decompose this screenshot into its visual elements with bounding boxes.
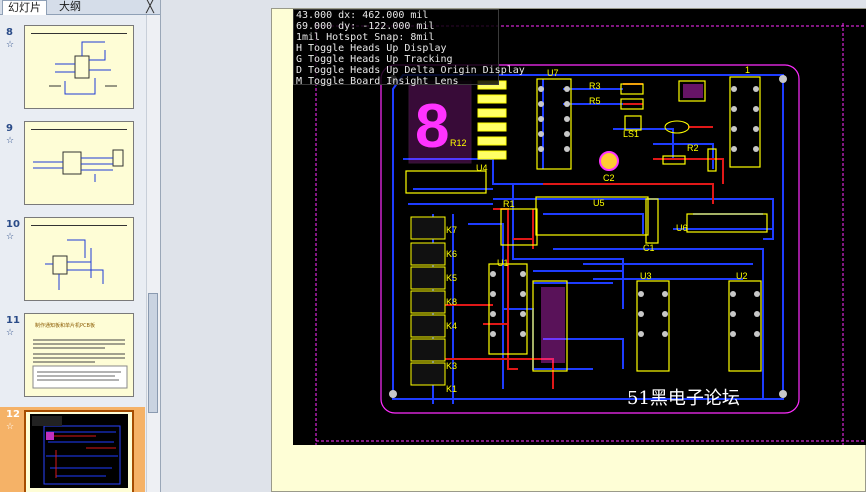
pcb-label-u5: U5 [593,198,605,208]
animation-star-icon: ☆ [6,136,15,146]
animation-star-icon: ☆ [6,40,15,50]
slide-editing-area: 8 U7 1 U4 U5 U6 U1 U3 U2 R1 R2 R3 R5 R12… [161,0,866,492]
pcb-label-u1: U1 [497,258,509,268]
animation-star-icon: ☆ [6,422,15,432]
slide-preview [24,410,134,492]
hud-toggle-tracking: G Toggle Heads Up Tracking [296,54,453,65]
pcb-label-r3: R3 [589,81,601,91]
slide-number: 11 [6,315,20,326]
thumb-title-line [31,221,127,226]
current-slide[interactable]: 8 U7 1 U4 U5 U6 U1 U3 U2 R1 R2 R3 R5 R12… [271,8,866,492]
watermark-text: 51黑电子论坛 [627,388,740,409]
slide-thumbnail-9[interactable]: 9 ☆ [0,121,145,217]
pcb-label-j1: 1 [745,65,750,75]
schematic-preview [45,239,104,290]
pcb-label-k8: K8 [446,297,457,307]
tab-slides[interactable]: 幻灯片 [2,0,47,15]
pcb-label-u3: U3 [640,271,652,281]
slide-number: 9 [6,123,13,134]
slides-pane: 幻灯片 大纲 ╳ 8 ☆ 9 ☆ 10 ☆ 11 ☆ 制作通知板和单片机PCB板… [0,0,161,492]
pcb-label-r12: R12 [450,138,467,148]
slide-number: 8 [6,27,13,38]
hud-toggle-display: H Toggle Heads Up Display [296,43,447,54]
pcb-label-k6: K6 [446,249,457,259]
hud-toggle-lens: M Toggle Board Insight Lens [296,76,459,87]
pcb-label-k4: K4 [446,321,457,331]
thumb-title-line [31,125,127,130]
pcb-label-u7: U7 [547,68,559,78]
heads-up-display: 43.000 dx: 462.000 mil 69.000 dy: -122.0… [293,9,525,87]
pcb-label-ls1: LS1 [623,129,639,139]
pcb-label-c2: C2 [603,173,615,183]
thumb-title-text: 制作通知板和单片机PCB板 [35,323,95,329]
pcb-label-r5: R5 [589,96,601,106]
svg-text:8: 8 [415,92,449,161]
slide-preview [24,121,134,205]
close-pane-icon[interactable]: ╳ [146,0,154,14]
pcb-label-k3: K3 [446,361,457,371]
hud-toggle-delta: D Toggle Heads Up Delta Origin Display [296,65,525,76]
hud-x-coord: 43.000 dx: 462.000 mil [296,10,429,21]
scrollbar-thumb[interactable] [148,293,158,413]
thumb-title-line [31,29,127,34]
slide-thumbnail-list: 8 ☆ 9 ☆ 10 ☆ 11 ☆ 制作通知板和单片机PCB板 12 ☆ [0,15,145,492]
pcb-screenshot: 8 U7 1 U4 U5 U6 U1 U3 U2 R1 R2 R3 R5 R12… [293,9,866,445]
pcb-label-r1: R1 [503,199,515,209]
pcb-label-k5: K5 [446,273,457,283]
schematic-preview [49,41,117,95]
slide-number: 10 [6,219,20,230]
slide-preview [24,25,134,109]
slide-number: 12 [6,409,20,420]
animation-star-icon: ☆ [6,232,15,242]
slide-thumbnail-12[interactable]: 12 ☆ [0,407,145,492]
pcb-label-u4: U4 [476,163,488,173]
tab-outline[interactable]: 大纲 [54,0,86,14]
slide-preview [24,217,134,301]
animation-star-icon: ☆ [6,328,15,338]
pcb-label-k1: K1 [446,384,457,394]
pcb-label-c1: C1 [643,243,655,253]
slide-preview: 制作通知板和单片机PCB板 [24,313,134,397]
pcb-label-k7: K7 [446,225,457,235]
pane-tabbar: 幻灯片 大纲 ╳ [0,0,160,15]
pcb-label-r2: R2 [687,143,699,153]
slide-thumbnail-8[interactable]: 8 ☆ [0,25,145,121]
pcb-label-u2: U2 [736,271,748,281]
schematic-preview [33,149,124,182]
thumbnail-scrollbar[interactable] [146,15,160,492]
hud-y-coord: 69.000 dy: -122.000 mil [296,21,435,32]
pcb-label-u6: U6 [676,223,688,233]
pcb-preview [26,412,132,492]
slide-thumbnail-10[interactable]: 10 ☆ [0,217,145,313]
hud-snap: 1mil Hotspot Snap: 8mil [296,32,435,43]
slide-thumbnail-11[interactable]: 11 ☆ 制作通知板和单片机PCB板 [0,313,145,409]
